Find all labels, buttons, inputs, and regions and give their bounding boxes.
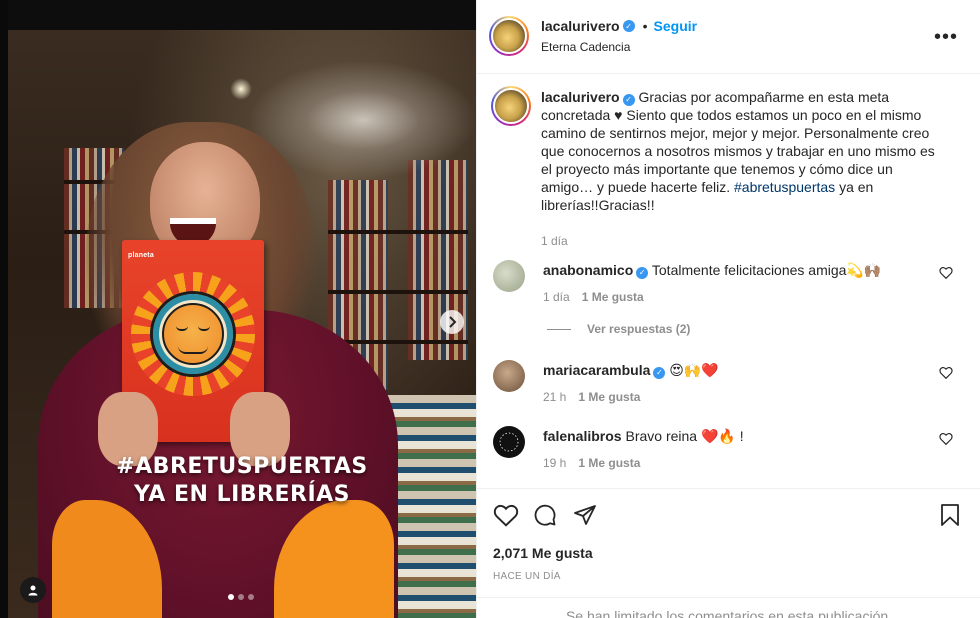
lamp-light — [230, 78, 252, 100]
media-top-bar — [0, 0, 476, 30]
caption-avatar[interactable] — [491, 86, 531, 126]
overlay-text-line1: #ABRETUSPUERTAS — [116, 454, 368, 479]
caption-text: lacalurivero ✓ Gracias por acompañarme en… — [541, 88, 941, 214]
verified-badge-icon: ✓ — [622, 94, 635, 106]
view-replies-label[interactable]: Ver respuestas (2) — [587, 322, 690, 336]
share-send-icon[interactable] — [573, 503, 597, 527]
post-date: HACE UN DÍA — [493, 571, 561, 582]
author-avatar[interactable] — [489, 16, 529, 56]
slide-dot — [248, 594, 254, 600]
comment-meta: 19 h 1 Me gusta — [543, 456, 640, 470]
sun-face-icon — [162, 303, 224, 365]
overlay-text-line2: YA EN LIBRERÍAS — [133, 482, 351, 507]
replies-line — [547, 328, 571, 330]
post-location[interactable]: Eterna Cadencia — [541, 40, 630, 54]
author-line: lacalurivero ✓ • Seguir — [541, 18, 697, 34]
comment-text: Totalmente felicitaciones amiga💫🙌🏽 — [651, 262, 882, 278]
commenter-username[interactable]: falenalibros — [543, 428, 622, 444]
media-left-bar — [0, 0, 8, 618]
comment-body: anabonamico ✓ Totalmente felicitaciones a… — [543, 261, 881, 279]
separator-dot: • — [642, 18, 648, 34]
comment-body: falenalibros Bravo reina ❤️🔥 ! — [543, 427, 744, 445]
tagged-users-button[interactable] — [20, 577, 46, 603]
comment-time: 19 h — [543, 456, 567, 470]
slide-indicator — [228, 594, 254, 600]
publisher-logo: planeta — [128, 252, 154, 259]
hashtag-link[interactable]: #abretuspuertas — [734, 179, 835, 195]
comment-item: falenalibros Bravo reina ❤️🔥 ! 19 h 1 Me … — [493, 426, 963, 486]
comment-time: 1 día — [543, 290, 570, 304]
comment-body: mariacarambula ✓ 😍🙌❤️ — [543, 361, 719, 379]
shelf-board — [328, 230, 468, 234]
falena-logo-icon — [499, 432, 519, 452]
follow-button[interactable]: Seguir — [654, 18, 698, 34]
more-options-icon[interactable]: ••• — [934, 26, 958, 49]
comment-likes-button[interactable]: 1 Me gusta — [582, 290, 644, 304]
like-heart-icon[interactable] — [493, 503, 519, 527]
verified-badge-icon: ✓ — [636, 267, 649, 279]
comment-bubble-icon[interactable] — [533, 503, 557, 527]
comments-limited-notice: Se han limitado los comentarios en esta … — [477, 597, 980, 618]
commenter-avatar[interactable] — [493, 360, 525, 392]
user-icon — [28, 585, 38, 596]
next-slide-button[interactable] — [440, 310, 464, 334]
save-bookmark-icon[interactable] — [939, 503, 961, 527]
post-actions: 2,071 Me gusta HACE UN DÍA Se han limita… — [477, 488, 980, 618]
post-photo: planeta — [8, 30, 476, 618]
comment-text: Bravo reina ❤️🔥 ! — [625, 428, 744, 444]
view-replies-button[interactable]: Ver respuestas (2) — [547, 322, 690, 336]
comment-likes-button[interactable]: 1 Me gusta — [578, 456, 640, 470]
commenter-username[interactable]: mariacarambula — [543, 362, 650, 378]
post-header: lacalurivero ✓ • Seguir Eterna Cadencia … — [477, 0, 980, 74]
sun-mustache — [178, 346, 208, 354]
heart-icon[interactable] — [939, 432, 953, 445]
comment-text: 😍🙌❤️ — [669, 362, 719, 378]
commenter-username[interactable]: anabonamico — [543, 262, 633, 278]
comment-item: anabonamico ✓ Totalmente felicitaciones a… — [493, 260, 963, 320]
commenter-avatar[interactable] — [493, 260, 525, 292]
comment-meta: 21 h 1 Me gusta — [543, 390, 640, 404]
avatar-image — [491, 18, 527, 54]
caption-username[interactable]: lacalurivero — [541, 89, 620, 105]
verified-badge-icon: ✓ — [653, 367, 666, 379]
commenter-avatar[interactable] — [493, 426, 525, 458]
post-sidebar: lacalurivero ✓ • Seguir Eterna Cadencia … — [476, 0, 980, 618]
chevron-right-icon — [449, 316, 457, 328]
slide-dot — [238, 594, 244, 600]
likes-count[interactable]: 2,071 Me gusta — [493, 545, 593, 561]
heart-icon[interactable] — [939, 266, 953, 279]
verified-badge-icon: ✓ — [622, 20, 635, 32]
post-media[interactable]: planeta #ABRETUSPUERTAS YA EN LIBRERÍAS — [0, 0, 476, 618]
comments-section[interactable]: lacalurivero ✓ Gracias por acompañarme en… — [477, 74, 980, 488]
author-username[interactable]: lacalurivero — [541, 18, 620, 34]
comment-item: mariacarambula ✓ 😍🙌❤️ 21 h 1 Me gusta — [493, 360, 963, 420]
avatar-image — [493, 88, 529, 124]
comment-meta: 1 día 1 Me gusta — [543, 290, 644, 304]
shelf-board — [328, 290, 468, 294]
caption-time: 1 día — [541, 234, 568, 248]
comment-likes-button[interactable]: 1 Me gusta — [578, 390, 640, 404]
heart-icon[interactable] — [939, 366, 953, 379]
comment-time: 21 h — [543, 390, 567, 404]
slide-dot — [228, 594, 234, 600]
